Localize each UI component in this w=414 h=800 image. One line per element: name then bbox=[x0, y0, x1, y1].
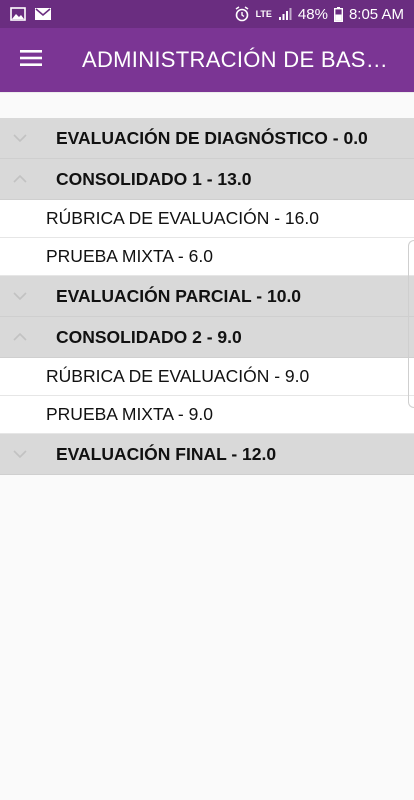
page-title: ADMINISTRACIÓN DE BASE… bbox=[82, 47, 404, 72]
group-label: EVALUACIÓN PARCIAL - 10.0 bbox=[56, 285, 302, 306]
group-label: EVALUACIÓN FINAL - 12.0 bbox=[56, 443, 277, 464]
image-icon bbox=[10, 7, 26, 21]
list-item[interactable]: RÚBRICA DE EVALUACIÓN - 16.0 bbox=[0, 200, 414, 238]
list-item[interactable]: RÚBRICA DE EVALUACIÓN - 9.0 bbox=[0, 358, 414, 396]
list-item[interactable]: PRUEBA MIXTA - 6.0 bbox=[0, 238, 414, 276]
side-panel-handle[interactable] bbox=[408, 240, 414, 408]
group-evaluacion-parcial[interactable]: EVALUACIÓN PARCIAL - 10.0 bbox=[0, 276, 414, 317]
mail-icon bbox=[34, 7, 52, 21]
chevron-up-icon bbox=[0, 159, 40, 200]
battery-percent: 48% bbox=[297, 5, 328, 23]
chevron-up-icon bbox=[0, 317, 40, 358]
chevron-down-icon bbox=[0, 434, 40, 475]
group-evaluacion-diagnostico[interactable]: EVALUACIÓN DE DIAGNÓSTICO - 0.0 bbox=[0, 118, 414, 159]
chevron-down-icon bbox=[0, 118, 40, 159]
status-right: LTE 48% 8:05 AM bbox=[234, 6, 404, 23]
chevron-down-icon bbox=[0, 276, 40, 317]
menu-button[interactable] bbox=[0, 28, 62, 92]
battery-icon bbox=[333, 6, 343, 22]
group-consolidado-1[interactable]: CONSOLIDADO 1 - 13.0 bbox=[0, 159, 414, 200]
list-item[interactable]: PRUEBA MIXTA - 9.0 bbox=[0, 396, 414, 434]
menu-icon bbox=[20, 49, 42, 71]
lte-icon: LTE bbox=[255, 9, 272, 19]
group-label: CONSOLIDADO 1 - 13.0 bbox=[56, 168, 252, 189]
group-label: EVALUACIÓN DE DIAGNÓSTICO - 0.0 bbox=[56, 127, 368, 148]
clock-time: 8:05 AM bbox=[348, 5, 404, 23]
status-left bbox=[10, 7, 52, 21]
evaluation-list: EVALUACIÓN DE DIAGNÓSTICO - 0.0 CONSOLID… bbox=[0, 92, 414, 800]
group-label: CONSOLIDADO 2 - 9.0 bbox=[56, 326, 242, 347]
signal-icon bbox=[278, 7, 292, 21]
group-consolidado-2[interactable]: CONSOLIDADO 2 - 9.0 bbox=[0, 317, 414, 358]
app-bar: ADMINISTRACIÓN DE BASE… bbox=[0, 28, 414, 92]
status-bar: LTE 48% 8:05 AM bbox=[0, 0, 414, 28]
alarm-icon bbox=[234, 6, 250, 22]
group-evaluacion-final[interactable]: EVALUACIÓN FINAL - 12.0 bbox=[0, 434, 414, 475]
list-top-spacer bbox=[0, 92, 414, 118]
